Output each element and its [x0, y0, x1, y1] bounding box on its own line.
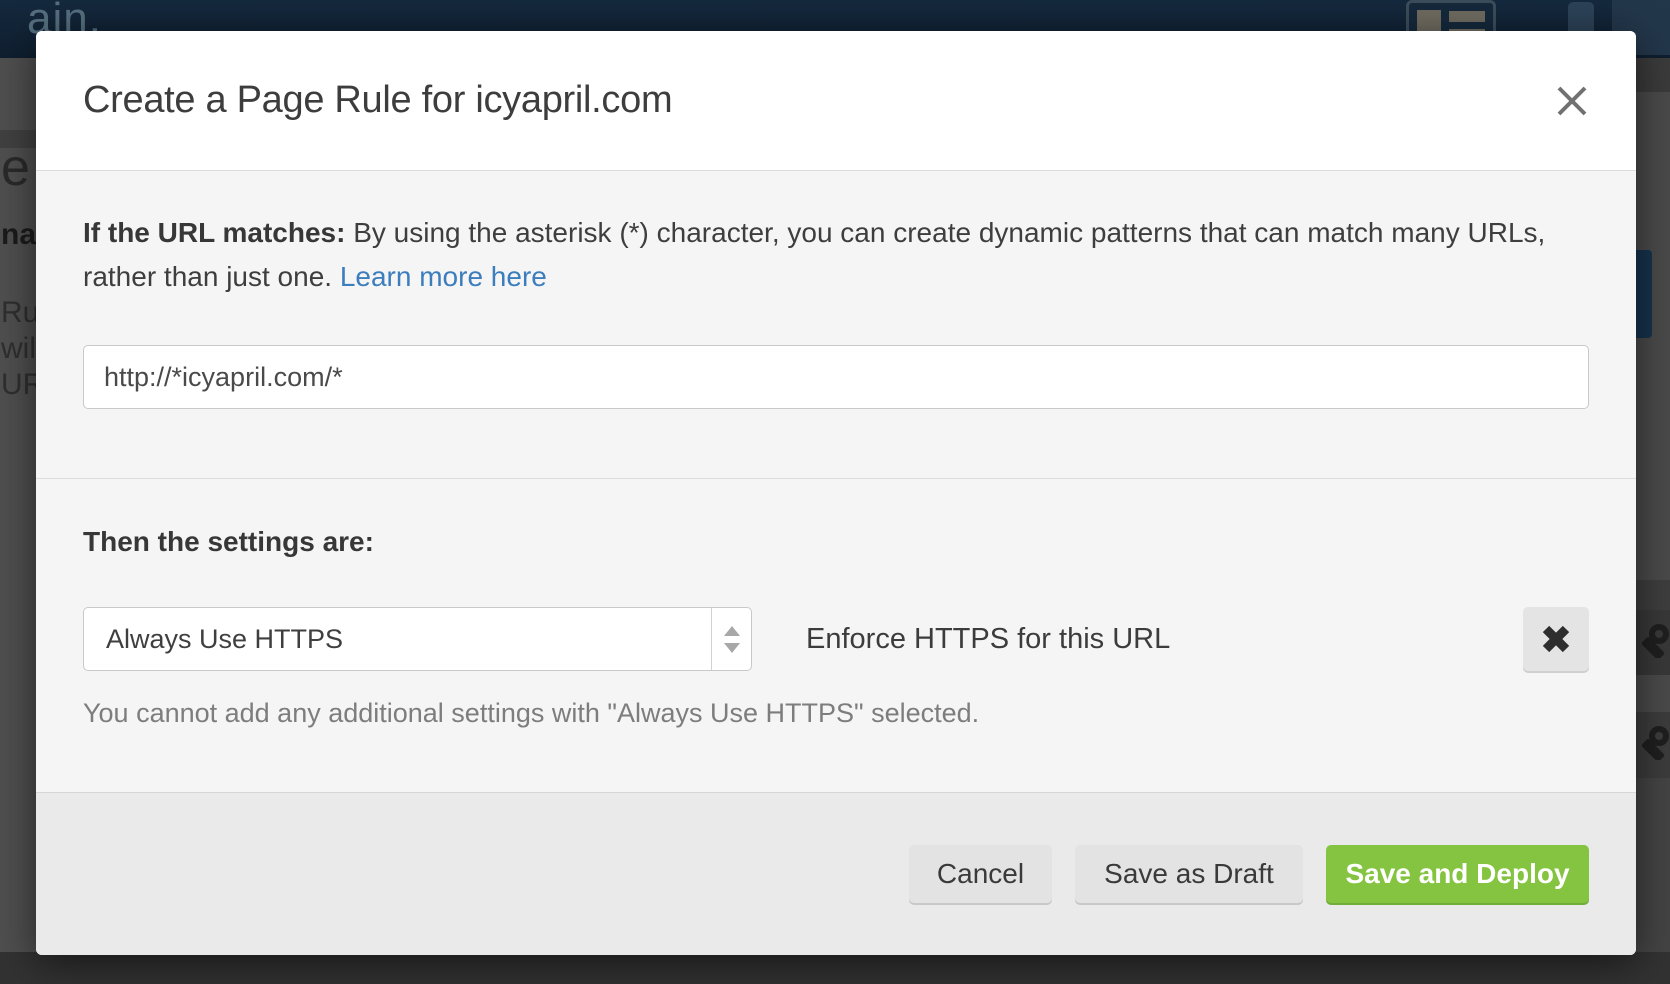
save-as-draft-button[interactable]: Save as Draft [1075, 845, 1303, 903]
setting-description: Enforce HTTPS for this URL [806, 623, 1170, 656]
modal-header: Create a Page Rule for icyapril.com [36, 31, 1636, 171]
create-page-rule-modal: Create a Page Rule for icyapril.com If t… [36, 31, 1636, 955]
page-text-fragment: e [1, 138, 30, 198]
close-icon[interactable] [1552, 81, 1592, 121]
screen: ain. e nav Ru will UR [0, 0, 1670, 984]
dimmed-page-left-edge: e nav Ru will UR [0, 58, 36, 984]
setting-select[interactable]: Always Use HTTPS [83, 607, 752, 671]
settings-section: Then the settings are: Always Use HTTPS … [36, 478, 1636, 729]
page-text-fragment: will [1, 332, 36, 366]
modal-footer: Cancel Save as Draft Save and Deploy [36, 792, 1636, 955]
learn-more-link[interactable]: Learn more here [340, 261, 547, 292]
url-pattern-input[interactable] [83, 345, 1589, 409]
save-and-deploy-button[interactable]: Save and Deploy [1326, 845, 1589, 903]
settings-heading: Then the settings are: [83, 526, 1589, 558]
chevron-up-icon [724, 626, 740, 636]
setting-note: You cannot add any additional settings w… [83, 698, 1589, 729]
chevron-down-icon [724, 643, 740, 653]
dimmed-button-fragment [1636, 250, 1652, 338]
page-text-fragment: nav [1, 218, 36, 252]
url-match-label: If the URL matches: [83, 217, 345, 248]
setting-select-value: Always Use HTTPS [84, 624, 711, 655]
url-match-section: If the URL matches: By using the asteris… [36, 172, 1636, 409]
wrench-icon [1642, 624, 1670, 663]
setting-row: Always Use HTTPS Enforce HTTPS for this … [83, 607, 1589, 671]
url-match-description: If the URL matches: By using the asteris… [83, 211, 1583, 299]
select-stepper-icon[interactable] [711, 608, 751, 670]
page-text-fragment: Ru [1, 296, 36, 330]
page-text-fragment: UR [1, 368, 36, 402]
heavy-x-icon [1541, 624, 1571, 654]
cancel-button[interactable]: Cancel [909, 845, 1052, 903]
dimmed-page-right-edge [1636, 58, 1670, 984]
modal-title: Create a Page Rule for icyapril.com [83, 79, 672, 122]
wrench-icon [1642, 726, 1670, 765]
dimmed-page-bottom-edge [0, 952, 1670, 984]
remove-setting-button[interactable] [1523, 607, 1589, 671]
